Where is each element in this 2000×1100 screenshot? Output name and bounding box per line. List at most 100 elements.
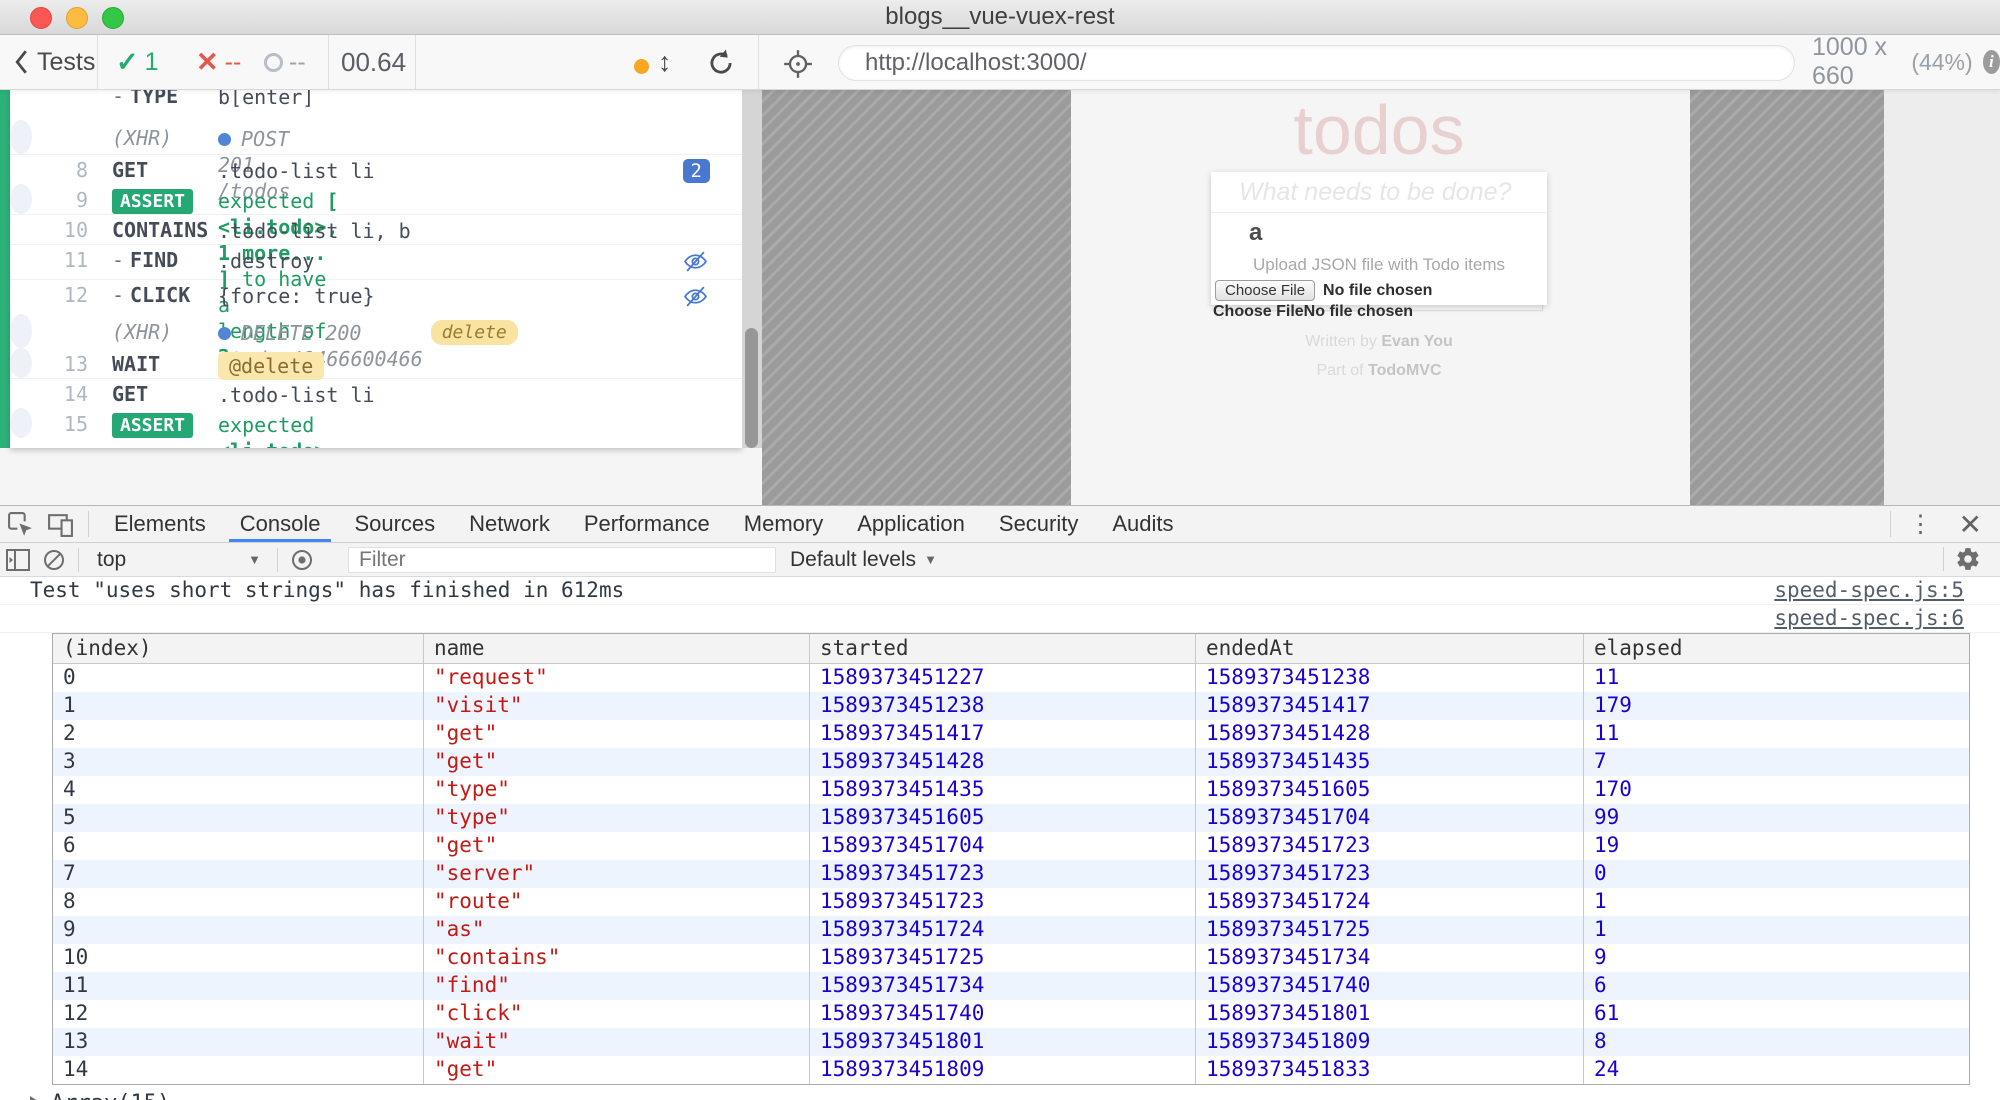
- cell-started: 1589373451704: [810, 832, 1196, 860]
- cell-name: "contains": [424, 944, 810, 972]
- tab-performance[interactable]: Performance: [567, 506, 727, 542]
- table-row: 6 "get" 1589373451704 1589373451723 19: [53, 832, 1969, 860]
- log-row-number: 10: [63, 218, 88, 242]
- scrollbar-thumb[interactable]: [745, 328, 758, 448]
- scroll-toggle-icon[interactable]: ↕: [658, 47, 672, 78]
- source-link[interactable]: speed-spec.js:5: [1774, 577, 1964, 604]
- table-row: 2 "get" 1589373451417 1589373451428 11: [53, 720, 1969, 748]
- log-command-name: ASSERT: [102, 412, 218, 438]
- cell-endedat: 1589373451833: [1196, 1056, 1584, 1084]
- minimize-window-button[interactable]: [66, 7, 88, 29]
- log-row[interactable]: 10 CONTAINS .todo-list li, b: [10, 214, 742, 244]
- todos-card: What needs to be done? a Upload JSON fil…: [1211, 172, 1547, 320]
- todo-list-item[interactable]: a: [1211, 213, 1547, 253]
- log-row[interactable]: 15 ASSERT expected <li.todo> to have a len…: [10, 408, 326, 448]
- log-levels-dropdown[interactable]: Default levels ▼: [790, 548, 937, 572]
- viewport-crosshair-icon[interactable]: [782, 48, 814, 85]
- log-row[interactable]: 12 - CLICK {force: true}: [10, 279, 742, 314]
- cell-name: "visit": [424, 692, 810, 720]
- cell-endedat: 1589373451734: [1196, 944, 1584, 972]
- table-row: 14 "get" 1589373451809 1589373451833 24: [53, 1056, 1969, 1084]
- log-row[interactable]: (XHR) POST 201 /todos: [10, 120, 290, 203]
- reload-icon[interactable]: [706, 48, 736, 83]
- choose-file-button[interactable]: Choose File: [1215, 280, 1316, 301]
- upload-json-label: Upload JSON file with Todo items: [1253, 255, 1505, 274]
- cell-index: 11: [53, 972, 424, 1000]
- close-window-button[interactable]: [30, 7, 52, 29]
- tab-network[interactable]: Network: [452, 506, 567, 542]
- cell-name: "type": [424, 776, 810, 804]
- devtools-close-icon[interactable]: ✕: [1953, 508, 2000, 541]
- letterbox-right: [1690, 90, 1884, 505]
- array-summary-label: Array(15): [51, 1090, 170, 1100]
- log-command-name: (XHR): [112, 126, 173, 150]
- command-log-scrollbar[interactable]: [742, 90, 762, 448]
- test-duration: 00.64: [341, 46, 407, 77]
- tab-sources[interactable]: Sources: [337, 506, 452, 542]
- cell-elapsed: 19: [1594, 833, 1620, 857]
- tab-memory[interactable]: Memory: [727, 506, 840, 542]
- cell-index: 9: [53, 916, 424, 944]
- log-message: .destroy: [218, 249, 315, 273]
- cell-started: 1589373451417: [810, 720, 1196, 748]
- cell-endedat: 1589373451801: [1196, 1000, 1584, 1028]
- log-row[interactable]: 14 GET .todo-list li: [10, 378, 742, 408]
- new-todo-input[interactable]: What needs to be done?: [1211, 172, 1547, 213]
- table-row: 1 "visit" 1589373451238 1589373451417 179: [53, 692, 1969, 720]
- table-header-cell: name: [424, 634, 810, 663]
- tab-console[interactable]: Console: [223, 506, 338, 542]
- app-footer-todomvc: Part of TodoMVC: [1316, 362, 1442, 379]
- console-settings-gear-icon[interactable]: [1950, 543, 1986, 575]
- inspect-element-icon[interactable]: [0, 506, 40, 542]
- info-icon[interactable]: i: [1982, 50, 2000, 74]
- cell-endedat: 1589373451605: [1196, 776, 1584, 804]
- table-row: 8 "route" 1589373451723 1589373451724 1: [53, 888, 1969, 916]
- device-toolbar-icon[interactable]: [40, 506, 80, 542]
- expand-triangle-icon[interactable]: [30, 1096, 41, 1100]
- clear-console-icon[interactable]: [36, 544, 72, 576]
- url-input[interactable]: [839, 46, 1794, 80]
- log-row[interactable]: 8 GET .todo-list li 2: [10, 154, 742, 184]
- back-to-tests-button[interactable]: Tests: [14, 35, 95, 89]
- cell-index: 10: [53, 944, 424, 972]
- cell-elapsed: 61: [1594, 1001, 1620, 1025]
- log-row[interactable]: 13 WAIT @delete: [10, 348, 325, 380]
- log-row[interactable]: - TYPE b[enter]: [10, 90, 742, 120]
- xhr-dot-icon: [218, 133, 231, 146]
- passed-count[interactable]: ✓ 1: [116, 35, 159, 89]
- new-todo-placeholder: What needs to be done?: [1239, 177, 1512, 206]
- cell-name: "wait": [424, 1028, 810, 1056]
- screen: blogs__vue-vuex-rest Tests ✓ 1 ✕ -- -- 0…: [0, 0, 2000, 1100]
- log-message: expected <li.todo> to have a length of 1: [218, 413, 327, 448]
- x-icon: ✕: [196, 46, 219, 77]
- live-expression-eye-icon[interactable]: [284, 544, 320, 576]
- tab-application[interactable]: Application: [840, 506, 982, 542]
- chevron-left-icon: [15, 50, 27, 74]
- cell-endedat: 1589373451723: [1196, 832, 1584, 860]
- cell-index: 14: [53, 1056, 424, 1084]
- log-message: .todo-list li, b: [218, 219, 411, 243]
- cell-name: "server": [424, 860, 810, 888]
- log-row[interactable]: (XHR)DELETE 200 /todos/0466600466delete: [10, 314, 518, 371]
- failed-count[interactable]: ✕ --: [196, 35, 241, 89]
- log-message: .todo-list li: [218, 159, 375, 183]
- tab-security[interactable]: Security: [982, 506, 1095, 542]
- log-row-number: 8: [75, 158, 88, 182]
- cell-started: 1589373451238: [810, 692, 1196, 720]
- log-row[interactable]: 11 - FIND .destroy: [10, 244, 742, 279]
- viewport-zoom: (44%): [1911, 48, 1973, 75]
- console-sidebar-icon[interactable]: [0, 544, 36, 576]
- zoom-window-button[interactable]: [102, 7, 124, 29]
- table-header-cell: started: [810, 634, 1196, 663]
- cell-index: 12: [53, 1000, 424, 1028]
- pending-count[interactable]: --: [264, 35, 306, 89]
- tab-audits[interactable]: Audits: [1095, 506, 1190, 542]
- tab-elements[interactable]: Elements: [97, 506, 223, 542]
- console-filter-input[interactable]: [349, 547, 775, 572]
- log-row[interactable]: 9 ASSERT expected [ <li.todo>, 1 more... ]…: [10, 184, 338, 369]
- javascript-context-select[interactable]: top ▼: [85, 548, 271, 572]
- source-link[interactable]: speed-spec.js:6: [1774, 605, 1964, 632]
- console-message-text: Test "uses short strings" has finished i…: [30, 578, 625, 602]
- table-row: 12 "click" 1589373451740 1589373451801 61: [53, 1000, 1969, 1028]
- devtools-menu-icon[interactable]: ⋮: [1891, 510, 1953, 539]
